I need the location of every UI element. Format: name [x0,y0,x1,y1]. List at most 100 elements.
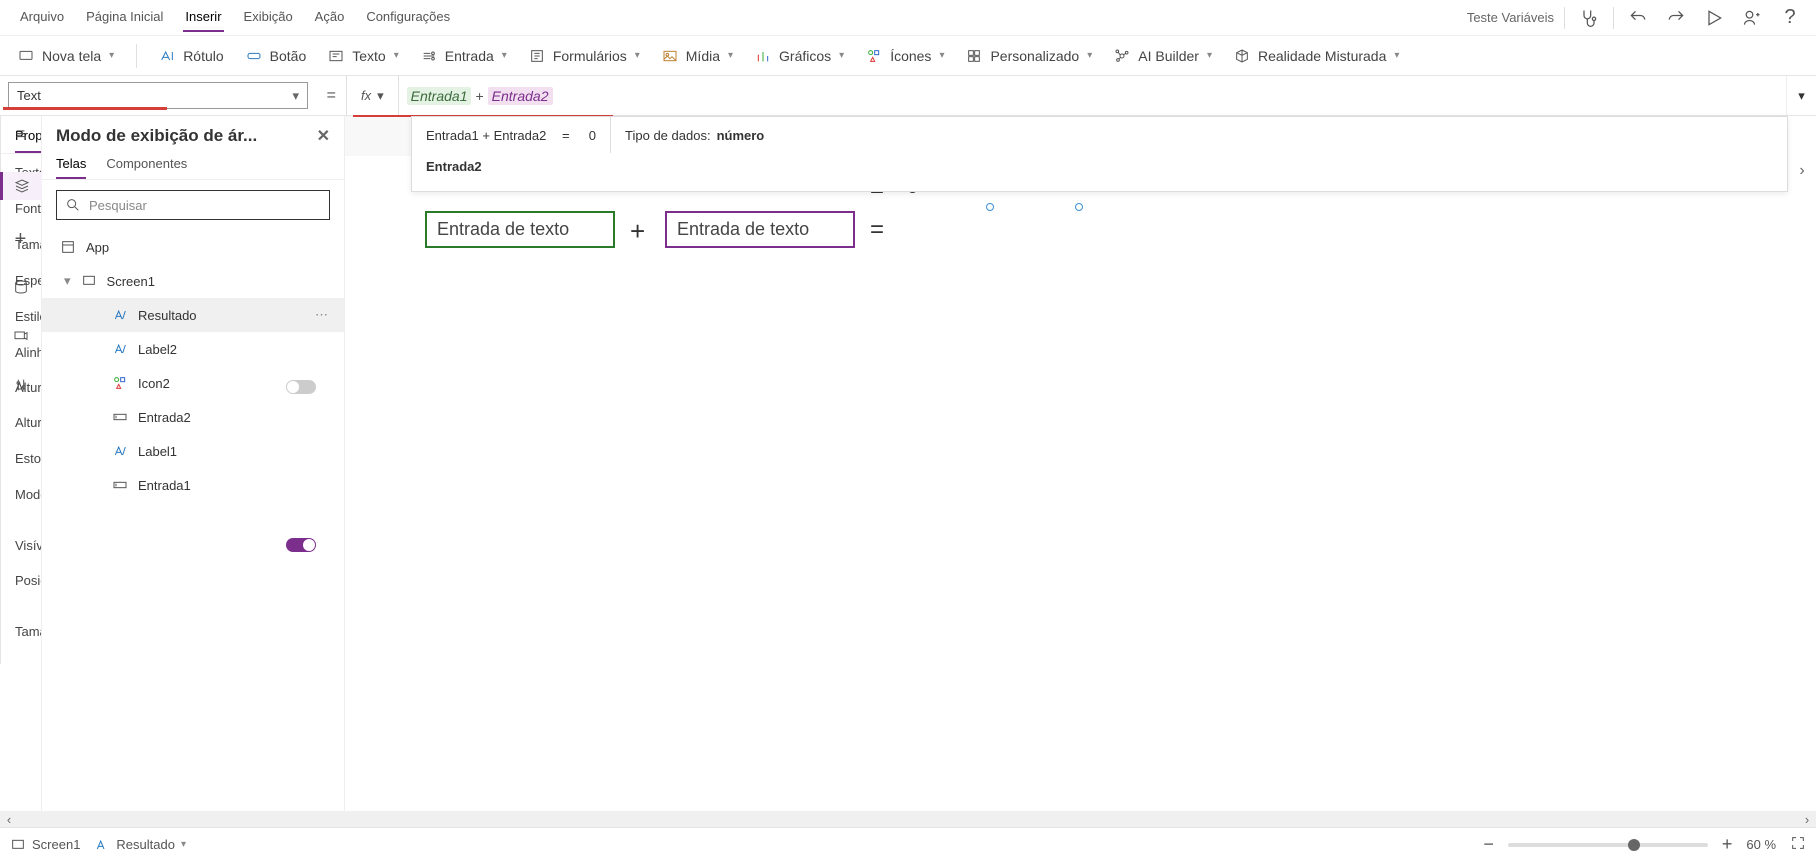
visivel-toggle[interactable] [286,538,316,552]
scroll-right-button[interactable]: › [1798,812,1816,827]
realidade-label: Realidade Misturada [1258,48,1386,64]
separator [1613,7,1614,29]
property-selector-value: Text [17,88,41,103]
annotation-underline [3,107,167,110]
search-icon [65,197,81,213]
formula-result-preview: Entrada1 + Entrada2 = 0 [412,117,611,153]
formula-data-type: Tipo de dados: número [611,117,778,153]
canvas-entrada1[interactable]: Entrada de texto [425,211,615,248]
menu-exibicao[interactable]: Exibição [242,3,295,32]
help-icon[interactable]: ? [1776,4,1804,32]
menu-inserir[interactable]: Inserir [183,3,223,32]
midia-label: Mídia [686,48,720,64]
zoom-out-button[interactable]: − [1483,834,1494,855]
menu-acao[interactable]: Ação [313,3,347,32]
formula-info-popup: Entrada1 + Entrada2 = 0 Tipo de dados: n… [411,116,1788,192]
rail-tools-icon[interactable] [13,377,29,398]
formula-expand-button[interactable]: ▾ [1786,76,1816,115]
footer-screen-breadcrumb[interactable]: Screen1 [10,837,80,853]
redo-icon[interactable] [1662,4,1690,32]
tree-item-resultado[interactable]: Resultado ⋯ [42,298,344,332]
personalizado-button[interactable]: Personalizado▾ [966,48,1092,64]
canvas-entrada2[interactable]: Entrada de texto [665,211,855,248]
tree-app[interactable]: App [42,230,344,264]
chevron-down-icon[interactable]: ▾ [64,273,71,289]
aibuilder-label: AI Builder [1138,48,1199,64]
more-icon[interactable]: ⋯ [315,307,330,323]
tree-item-entrada1[interactable]: Entrada1 [42,468,344,502]
texto-label: Texto [352,48,385,64]
footer-selected-breadcrumb[interactable]: Resultado ▾ [94,837,186,853]
formularios-button[interactable]: Formulários▾ [529,48,640,64]
share-icon[interactable] [1738,4,1766,32]
canvas-area[interactable]: Exemplo de Variaveis Entrada de texto + … [345,116,1816,861]
app-title: Teste Variáveis [1467,10,1554,25]
label-icon [94,837,110,853]
close-tree-button[interactable]: ✕ [317,126,330,146]
botao-label: Botão [270,48,307,64]
tree-item-label1[interactable]: Label1 [42,434,344,468]
tree-item-label2[interactable]: Label2 [42,332,344,366]
rail-media-icon[interactable] [13,328,29,349]
canvas-equals-label: = [870,216,884,244]
rail-treeview-icon[interactable] [0,172,42,200]
botao-button[interactable]: Botão [246,48,307,64]
label-icon [112,307,128,323]
formula-bar[interactable]: Entrada1 + Entrada2 [399,76,1786,115]
property-selector[interactable]: Text ▾ [8,82,308,109]
rail-data-icon[interactable] [13,279,29,300]
screen-icon [81,273,97,289]
textinput-icon [112,409,128,425]
tree-item-entrada2[interactable]: Entrada2 [42,400,344,434]
tree-title: Modo de exibição de ár... [56,126,257,146]
icones-label: Ícones [890,48,931,64]
tree-tab-telas[interactable]: Telas [56,156,86,179]
tree-screen-label: Screen1 [107,274,155,289]
tree-item-label: Entrada2 [138,410,191,425]
tree-screen1[interactable]: ▾ Screen1 [42,264,344,298]
stethoscope-icon[interactable] [1575,4,1603,32]
scroll-left-button[interactable]: ‹ [0,812,18,827]
midia-button[interactable]: Mídia▾ [662,48,733,64]
aibuilder-button[interactable]: AI Builder▾ [1114,48,1212,64]
nova-tela-button[interactable]: Nova tela▾ [18,48,114,64]
personalizado-label: Personalizado [990,48,1079,64]
formula-token-entrada2: Entrada2 [488,87,553,105]
fx-button[interactable]: fx▾ [346,76,399,115]
separator [1564,7,1565,29]
rail-hamburger-icon[interactable]: ≡ [16,126,25,144]
rail-add-icon[interactable]: + [15,228,27,251]
menu-pagina-inicial[interactable]: Página Inicial [84,3,165,32]
undo-icon[interactable] [1624,4,1652,32]
menu-arquivo[interactable]: Arquivo [18,3,66,32]
icons-icon [112,375,128,391]
tree-tab-componentes[interactable]: Componentes [106,156,187,179]
right-pane-collapse-button[interactable]: › [1788,116,1816,226]
formula-token-entrada1: Entrada1 [407,87,472,105]
rotulo-button[interactable]: Rótulo [159,48,223,64]
app-icon [60,239,76,255]
zoom-slider[interactable] [1508,843,1708,847]
rotulo-label: Rótulo [183,48,223,64]
formula-plus: + [471,88,487,104]
graficos-button[interactable]: Gráficos▾ [755,48,844,64]
entrada-label: Entrada [445,48,494,64]
search-placeholder: Pesquisar [89,198,147,213]
menu-configuracoes[interactable]: Configurações [364,3,452,32]
textinput-icon [112,477,128,493]
altura-auto-toggle[interactable] [286,380,316,394]
zoom-in-button[interactable]: + [1722,834,1733,855]
play-icon[interactable] [1700,4,1728,32]
zoom-value: 60 % [1746,837,1776,852]
equals-sign: = [316,76,346,115]
formula-suggestion[interactable]: Entrada2 [412,153,1787,180]
icones-button[interactable]: Ícones▾ [866,48,944,64]
tree-item-label: Resultado [138,308,197,323]
tree-item-label: Label2 [138,342,177,357]
label-icon [112,341,128,357]
fit-to-screen-button[interactable] [1790,835,1806,854]
realidade-button[interactable]: Realidade Misturada▾ [1234,48,1399,64]
texto-button[interactable]: Texto▾ [328,48,399,64]
tree-search-input[interactable]: Pesquisar [56,190,330,220]
entrada-button[interactable]: Entrada▾ [421,48,507,64]
